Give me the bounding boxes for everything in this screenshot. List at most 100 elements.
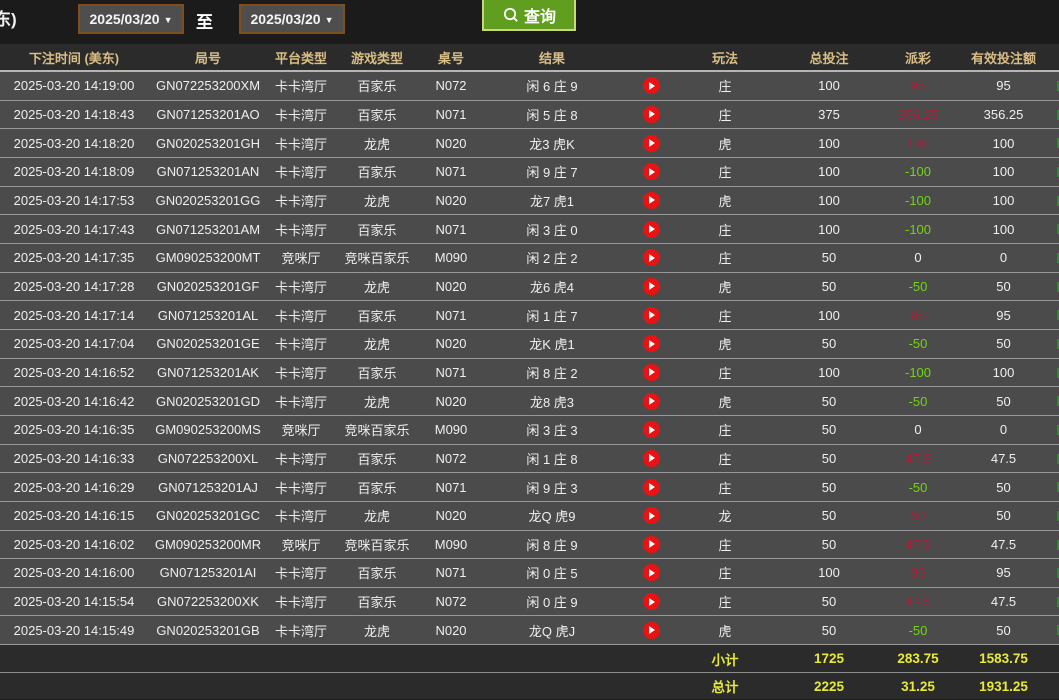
table-number-cell: N020 (420, 187, 482, 215)
play-video-icon[interactable] (643, 106, 660, 123)
payout-cell: -50 (888, 273, 948, 301)
play-video-icon[interactable] (643, 77, 660, 94)
result-cell: 闲 2 庄 2 (482, 244, 622, 272)
play-video-icon[interactable] (643, 221, 660, 238)
bet-time-cell: 2025-03-20 14:16:52 (0, 359, 148, 387)
play-video-icon[interactable] (643, 335, 660, 352)
valid-bet-cell: 50 (948, 330, 1059, 358)
bet-time-cell: 2025-03-20 14:16:02 (0, 531, 148, 559)
play-triangle-icon (649, 626, 655, 634)
bet-time-cell: 2025-03-20 14:17:14 (0, 301, 148, 329)
game-type-cell: 龙虎 (334, 330, 420, 358)
game-type-cell: 龙虎 (334, 387, 420, 415)
platform-cell: 卡卡湾厅 (268, 301, 334, 329)
platform-cell: 卡卡湾厅 (268, 187, 334, 215)
result-cell: 闲 1 庄 7 (482, 301, 622, 329)
platform-cell: 卡卡湾厅 (268, 559, 334, 587)
total-bet-cell: 50 (770, 588, 888, 616)
total-bet-cell: 50 (770, 502, 888, 530)
play-video-icon[interactable] (643, 393, 660, 410)
table-number-cell: N020 (420, 129, 482, 157)
bet-time-cell: 2025-03-20 14:16:35 (0, 416, 148, 444)
platform-cell: 卡卡湾厅 (268, 588, 334, 616)
result-cell: 龙3 虎K (482, 129, 622, 157)
play-type-cell: 庄 (680, 445, 770, 473)
platform-cell: 卡卡湾厅 (268, 158, 334, 186)
platform-cell: 卡卡湾厅 (268, 330, 334, 358)
round-id-cell: GN071253201AN (148, 158, 268, 186)
round-id-cell: GN071253201AJ (148, 473, 268, 501)
header-payout: 派彩 (888, 44, 948, 70)
play-video-icon[interactable] (643, 192, 660, 209)
play-video-icon[interactable] (643, 249, 660, 266)
table-number-cell: N071 (420, 559, 482, 587)
game-type-cell: 龙虎 (334, 273, 420, 301)
platform-cell: 卡卡湾厅 (268, 215, 334, 243)
query-button[interactable]: 查询 (482, 0, 576, 31)
valid-bet-cell: 100 (948, 187, 1059, 215)
play-video-icon[interactable] (643, 135, 660, 152)
table-row: 2025-03-20 14:16:15 GN020253201GC 卡卡湾厅 龙… (0, 501, 1059, 530)
search-icon (502, 6, 520, 24)
result-cell: 龙8 虎3 (482, 387, 622, 415)
play-video-icon[interactable] (643, 564, 660, 581)
subtotal-payout: 283.75 (888, 645, 948, 672)
table-row: 2025-03-20 14:17:43 GN071253201AM 卡卡湾厅 百… (0, 214, 1059, 243)
play-video-icon[interactable] (643, 163, 660, 180)
play-video-icon[interactable] (643, 593, 660, 610)
total-bet-cell: 100 (770, 129, 888, 157)
table-row: 2025-03-20 14:18:43 GN071253201AO 卡卡湾厅 百… (0, 100, 1059, 129)
game-type-cell: 龙虎 (334, 502, 420, 530)
payout-cell: 50 (888, 502, 948, 530)
platform-cell: 卡卡湾厅 (268, 129, 334, 157)
table-row: 2025-03-20 14:17:14 GN071253201AL 卡卡湾厅 百… (0, 300, 1059, 329)
table-number-cell: N072 (420, 588, 482, 616)
total-bet-cell: 50 (770, 244, 888, 272)
play-video-icon[interactable] (643, 364, 660, 381)
table-number-cell: N020 (420, 273, 482, 301)
play-cell (622, 330, 680, 358)
subtotal-label: 小计 (680, 645, 770, 672)
date-to-picker[interactable]: 2025/03/20 ▼ (239, 4, 345, 34)
header-platform: 平台类型 (268, 44, 334, 70)
valid-bet-cell: 47.5 (948, 531, 1059, 559)
subtotal-total-bet: 1725 (770, 645, 888, 672)
play-video-icon[interactable] (643, 421, 660, 438)
date-from-picker[interactable]: 2025/03/20 ▼ (78, 4, 184, 34)
result-cell: 龙6 虎4 (482, 273, 622, 301)
table-row: 2025-03-20 14:17:53 GN020253201GG 卡卡湾厅 龙… (0, 186, 1059, 215)
total-bet-cell: 50 (770, 273, 888, 301)
bet-time-cell: 2025-03-20 14:17:28 (0, 273, 148, 301)
round-id-cell: GN072253200XK (148, 588, 268, 616)
play-triangle-icon (649, 168, 655, 176)
result-cell: 闲 8 庄 9 (482, 531, 622, 559)
play-video-icon[interactable] (643, 479, 660, 496)
chevron-down-icon: ▼ (164, 15, 173, 25)
total-bet-cell: 100 (770, 301, 888, 329)
play-cell (622, 387, 680, 415)
play-video-icon[interactable] (643, 450, 660, 467)
play-cell (622, 129, 680, 157)
play-cell (622, 559, 680, 587)
valid-bet-cell: 100 (948, 215, 1059, 243)
play-video-icon[interactable] (643, 536, 660, 553)
play-video-icon[interactable] (643, 307, 660, 324)
play-video-icon[interactable] (643, 622, 660, 639)
result-cell: 闲 9 庄 7 (482, 158, 622, 186)
game-type-cell: 百家乐 (334, 359, 420, 387)
round-id-cell: GN072253200XL (148, 445, 268, 473)
play-video-icon[interactable] (643, 278, 660, 295)
table-number-cell: M090 (420, 244, 482, 272)
round-id-cell: GN020253201GC (148, 502, 268, 530)
result-cell: 闲 1 庄 8 (482, 445, 622, 473)
cropped-label: 东) (0, 5, 17, 30)
platform-cell: 竞咪厅 (268, 416, 334, 444)
play-video-icon[interactable] (643, 507, 660, 524)
total-bet-cell: 50 (770, 330, 888, 358)
play-cell (622, 445, 680, 473)
bet-time-cell: 2025-03-20 14:18:09 (0, 158, 148, 186)
play-type-cell: 虎 (680, 387, 770, 415)
game-type-cell: 龙虎 (334, 187, 420, 215)
bet-time-cell: 2025-03-20 14:16:33 (0, 445, 148, 473)
play-type-cell: 庄 (680, 531, 770, 559)
